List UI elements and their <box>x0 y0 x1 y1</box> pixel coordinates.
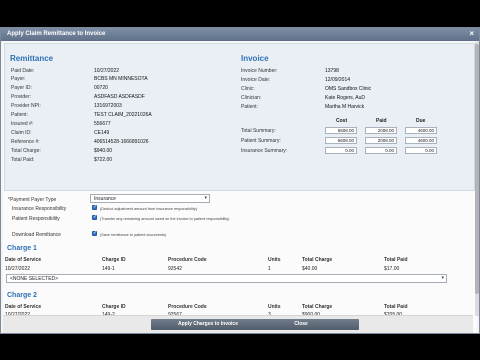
summary-col-paid: Paid <box>376 118 387 124</box>
patient-resp-hint: (Transfer any remaining amount owed on t… <box>100 217 230 221</box>
charge-2-col-total-charge: Total Charge <box>302 304 333 310</box>
summary-insurance-label: Insurance Summary: <box>241 148 288 154</box>
remit-label-patient: Patient: <box>11 112 28 118</box>
close-button[interactable]: Close <box>243 319 359 330</box>
inv-value-number: 13798 <box>325 68 339 74</box>
insurance-resp-hint: (Deduct adjustment amount from insurance… <box>100 207 198 211</box>
insurance-resp-label: Insurance Responsibility <box>12 206 67 212</box>
remittance-heading: Remittance <box>10 54 54 63</box>
inv-value-date: 12/09/2014 <box>325 77 351 83</box>
dialog-scrollbar-thumb[interactable] <box>475 44 479 294</box>
summary-patient-label: Patient Summary: <box>241 138 281 144</box>
summary-insurance-due: 0.00 <box>405 147 437 154</box>
apply-remittance-dialog: Apply Claim Remittance to Invoice × Remi… <box>0 27 480 334</box>
summary-total-label: Total Summary: <box>241 128 276 134</box>
charge-1-col-charge-id: Charge ID <box>102 257 126 263</box>
summary-panel: Remittance Paid Date: 10/27/2022 Payer: … <box>4 43 475 191</box>
charge-1-total-paid: $17.00 <box>384 266 400 272</box>
payer-type-select[interactable]: Insurance ▾ <box>90 194 210 203</box>
charge-1-col-total-charge: Total Charge <box>302 257 333 263</box>
summary-patient-due: 4600.00 <box>405 137 437 144</box>
inv-value-clinician: Kate Rogers, AuD <box>325 95 366 101</box>
dialog-title: Apply Claim Remittance to Invoice <box>7 31 106 37</box>
payer-type-value: Insurance <box>94 196 116 202</box>
chevron-down-icon: ▾ <box>441 275 444 281</box>
close-icon[interactable]: × <box>469 29 474 38</box>
charge-1-col-total-paid: Total Paid <box>384 257 408 263</box>
remit-value-provider: ASDFASD ASDFASDF <box>94 94 145 100</box>
summary-patient-paid: 2008.00 <box>365 137 397 144</box>
charge-1-date: 10/27/2022 <box>5 266 31 272</box>
charge-2-col-charge-id: Charge ID <box>102 304 126 310</box>
remit-label-claim-id: Claim ID: <box>11 130 32 136</box>
remit-value-patient: TEST CLAIM_20221026A <box>94 112 152 118</box>
summary-col-cost: Cost <box>336 118 348 124</box>
summary-total-due: 4600.00 <box>405 127 437 134</box>
dialog-titlebar: Apply Claim Remittance to Invoice × <box>1 28 479 41</box>
charge-2-col-procedure: Procedure Code <box>168 304 207 310</box>
download-checkbox[interactable] <box>92 230 97 236</box>
insurance-resp-checkbox[interactable] <box>92 204 97 210</box>
download-hint: (Save remittance to patient documents) <box>100 233 167 237</box>
inv-label-clinician: Clinician: <box>241 95 262 101</box>
charge-2-col-date: Date of Service <box>5 304 42 310</box>
patient-resp-label: Patient Responsibility <box>12 216 60 222</box>
remit-value-reference: 406514528-1666891026 <box>94 139 149 145</box>
remit-value-total-charge: $940.00 <box>94 148 113 154</box>
dialog-footer: Apply Charges to Invoice Close <box>3 315 473 333</box>
remit-value-paid-date: 10/27/2022 <box>94 68 120 74</box>
patient-resp-checkbox[interactable] <box>92 214 97 220</box>
inv-value-clinic: OMS Sandbox Clinic <box>325 86 372 92</box>
charge-2-heading: Charge 2 <box>7 292 37 299</box>
remit-value-payer-id: 00720 <box>94 85 108 91</box>
remit-label-provider-npi: Provider NPI: <box>11 103 41 109</box>
summary-col-due: Due <box>416 118 426 124</box>
inv-label-date: Invoice Date: <box>241 77 271 83</box>
chevron-down-icon: ▾ <box>204 195 207 201</box>
screen: Apply Claim Remittance to Invoice × Remi… <box>0 0 480 360</box>
remit-label-reference: Reference #: <box>11 139 40 145</box>
payer-type-label: *Payment Payer Type <box>8 197 57 203</box>
dialog-content: Remittance Paid Date: 10/27/2022 Payer: … <box>3 42 477 333</box>
summary-insurance-paid: 0.00 <box>365 147 397 154</box>
charge-1-charge-id: 149-1 <box>102 266 115 272</box>
charge-2-col-units: Units <box>268 304 281 310</box>
remit-label-payer-id: Payer ID: <box>11 85 32 91</box>
charge-2-col-total-paid: Total Paid <box>384 304 408 310</box>
charge-1-col-units: Units <box>268 257 281 263</box>
remit-label-insured: Insured #: <box>11 121 34 127</box>
remit-value-provider-npi: 1316972003 <box>94 103 122 109</box>
remit-label-total-paid: Total Paid: <box>11 157 35 163</box>
remit-label-total-charge: Total Charge: <box>11 148 41 154</box>
charge-1-invoice-select[interactable]: <NONE SELECTED> ▾ <box>6 274 447 283</box>
inv-label-patient: Patient: <box>241 104 258 110</box>
invoice-heading: Invoice <box>241 54 269 63</box>
remit-value-total-paid: $722.00 <box>94 157 113 163</box>
charge-1-col-procedure: Procedure Code <box>168 257 207 263</box>
charge-1-col-date: Date of Service <box>5 257 42 263</box>
summary-patient-cost: 6608.00 <box>325 137 357 144</box>
charge-1-total-charge: $40.00 <box>302 266 318 272</box>
remit-value-payer: BCBS MN MINNESOTA <box>94 76 148 82</box>
inv-label-clinic: Clinic: <box>241 86 255 92</box>
summary-insurance-cost: 0.00 <box>325 147 357 154</box>
charge-1-select-value: <NONE SELECTED> <box>10 276 59 282</box>
inv-label-number: Invoice Number: <box>241 68 278 74</box>
charge-1-procedure: 92542 <box>168 266 182 272</box>
remit-label-payer: Payer: <box>11 76 26 82</box>
download-label: Download Remittance <box>12 232 61 238</box>
summary-total-cost: 6608.00 <box>325 127 357 134</box>
remit-label-paid-date: Paid Date: <box>11 68 35 74</box>
remit-value-insured: 556677 <box>94 121 111 127</box>
charge-1-heading: Charge 1 <box>7 245 37 252</box>
remit-value-claim-id: CE149 <box>94 130 110 136</box>
inv-value-patient: Martha M Harvick <box>325 104 365 110</box>
summary-total-paid: 2008.00 <box>365 127 397 134</box>
charge-1-units: 1 <box>268 266 271 272</box>
remit-label-provider: Provider: <box>11 94 32 100</box>
